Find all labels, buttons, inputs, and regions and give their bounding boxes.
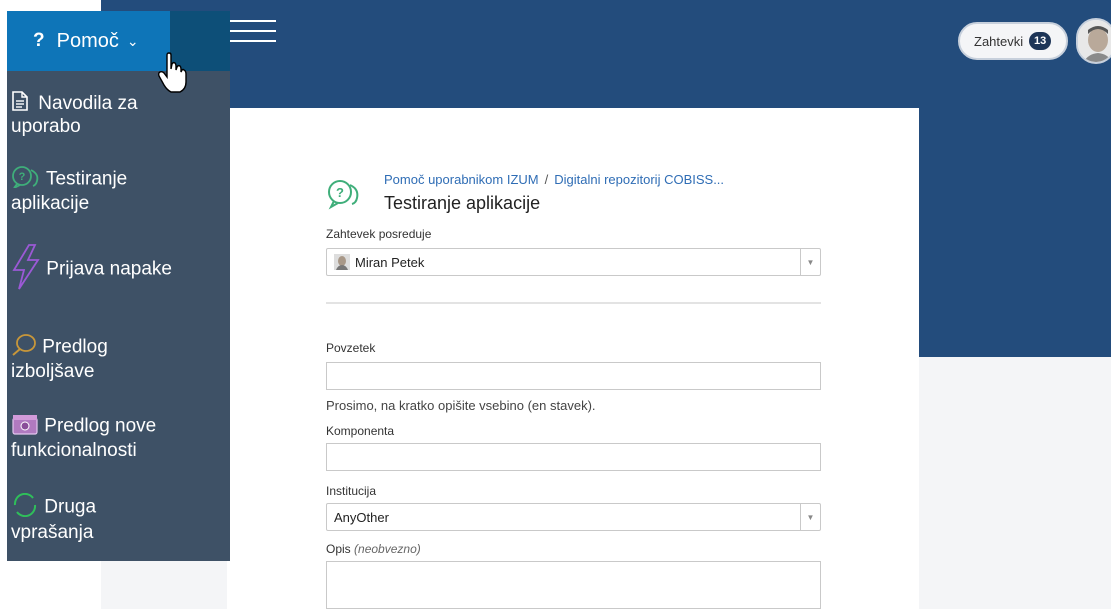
menu-item-app-testing[interactable]: ? Testiranje aplikacije [11,166,221,214]
chevron-down-icon: ▼ [800,504,820,530]
requests-count-badge: 13 [1029,32,1052,50]
summary-label: Povzetek [326,341,376,355]
requester-label: Zahtevek posreduje [326,227,432,241]
help-menu-button[interactable]: ? Pomoč ⌄ [7,11,170,71]
help-toggle-shadow [170,11,230,71]
breadcrumb-link-help-center[interactable]: Pomoč uporabnikom IZUM [384,172,539,187]
gift-icon [11,413,39,440]
requester-select[interactable]: Miran Petek ▼ [326,248,821,276]
user-thumbnail-icon [334,254,350,270]
requests-button[interactable]: Zahtevki 13 [958,22,1068,60]
component-input[interactable] [326,443,821,471]
hamburger-menu-icon[interactable] [230,18,276,44]
menu-item-label: aplikacije [11,193,90,214]
svg-text:?: ? [19,171,26,183]
menu-item-label: Testiranje [45,168,128,190]
institution-value: AnyOther [334,509,389,525]
summary-hint: Prosimo, na kratko opišite vsebino (en s… [326,398,596,413]
menu-item-label: izboljšave [11,361,95,382]
menu-item-label: Navodila za [38,92,138,114]
menu-item-label: Predlog nove [44,415,157,437]
help-dropdown-menu [7,71,230,561]
user-avatar[interactable] [1076,18,1111,64]
page-title: Testiranje aplikacije [384,193,541,213]
lightbulb-icon [11,334,37,361]
chevron-down-icon: ▼ [800,249,820,275]
menu-item-user-guide[interactable]: Navodila za uporabo [11,91,221,137]
refresh-circle-icon [11,492,39,522]
summary-input[interactable] [326,362,821,390]
institution-select[interactable]: AnyOther ▼ [326,503,821,531]
requests-label: Zahtevki [974,33,1024,49]
description-label: Opis (neobvezno) [326,542,421,556]
question-icon: ? [33,30,45,51]
menu-item-other-questions[interactable]: Druga vprašanja [11,492,221,543]
breadcrumb: Pomoč uporabnikom IZUM / Digitalni repozit… [384,172,724,187]
menu-item-report-bug[interactable]: Prijava napake [11,244,221,295]
description-label-text: Opis [326,542,351,556]
divider [326,302,821,304]
svg-text:?: ? [336,185,344,200]
menu-item-label: Druga [44,496,97,518]
breadcrumb-link-repository[interactable]: Digitalni repozitorij COBISS... [554,172,724,187]
institution-label: Institucija [326,484,377,498]
menu-item-label: uporabo [11,116,81,137]
lightning-icon [11,244,41,295]
menu-item-improvement[interactable]: Predlog izboljšave [11,334,221,382]
question-bubble-icon: ? [328,180,359,210]
help-menu-label: Pomoč [56,29,119,52]
description-optional-note: (neobvezno) [354,542,421,556]
menu-item-label: funkcionalnosti [11,440,137,461]
menu-item-label: Predlog [42,336,108,358]
menu-item-new-feature[interactable]: Predlog nove funkcionalnosti [11,413,221,461]
requester-value: Miran Petek [355,254,425,270]
document-icon [11,91,29,116]
question-bubble-icon: ? [11,166,41,193]
menu-item-label: vprašanja [11,522,94,543]
description-textarea[interactable] [326,561,821,609]
chevron-down-icon: ⌄ [126,32,139,49]
menu-item-label: Prijava napake [46,258,172,280]
component-label: Komponenta [326,424,395,438]
breadcrumb-separator: / [544,172,549,187]
